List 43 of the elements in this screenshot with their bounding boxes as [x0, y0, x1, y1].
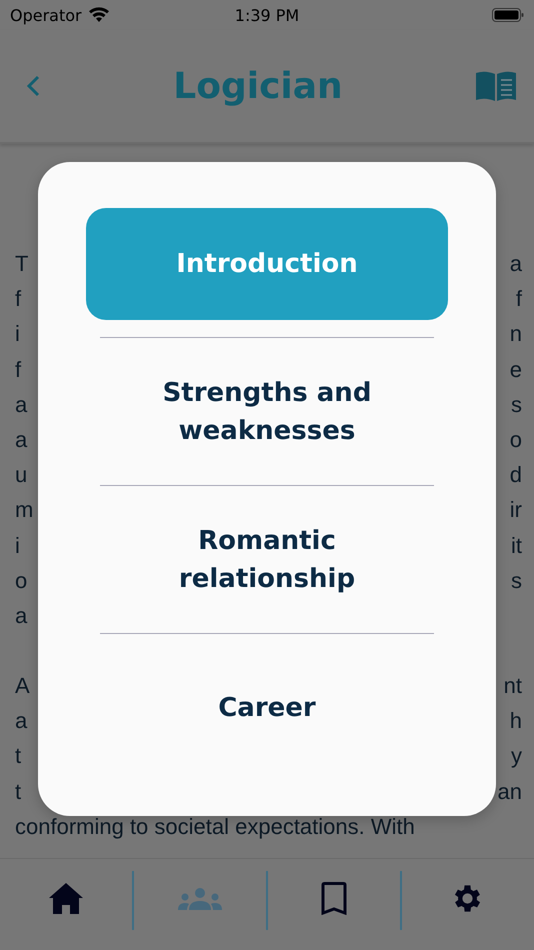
article-text: o — [15, 566, 28, 595]
article-text: A — [15, 672, 30, 700]
menu-item[interactable]: Career — [86, 652, 448, 764]
article-text: i — [15, 532, 20, 560]
article-text: it — [511, 532, 522, 560]
wifi-icon — [88, 7, 110, 23]
article-text: conforming to societal expectations. With — [15, 812, 415, 841]
bookmark-icon — [320, 882, 347, 915]
article-text: o — [510, 426, 522, 454]
article-text: f — [15, 285, 22, 314]
article-text: h — [510, 707, 522, 736]
menu-item[interactable]: Strengths and weaknesses — [86, 356, 448, 468]
clock-time: 1:39 PM — [234, 6, 300, 24]
article-text: i — [15, 320, 20, 348]
article-text: t — [15, 778, 22, 806]
page-title: Logician — [173, 66, 343, 106]
carrier-name: Operator — [10, 6, 82, 24]
article-text: t — [15, 742, 22, 770]
article-text: T — [15, 250, 28, 278]
article-text: a — [15, 707, 28, 736]
book-icon — [476, 71, 516, 101]
menu-item[interactable]: Romantic relationship — [86, 504, 448, 616]
article-text: u — [15, 461, 28, 490]
article-text: s — [511, 566, 522, 595]
people-icon — [178, 888, 222, 910]
article-text: f — [15, 356, 22, 384]
article-text: nt — [504, 672, 522, 700]
article-text: f — [516, 285, 522, 314]
article-text: y — [511, 742, 522, 770]
article-text: s — [511, 390, 522, 419]
article-text: e — [510, 356, 522, 384]
article-text: m — [15, 496, 34, 524]
article-text: a — [15, 390, 28, 419]
article-text: a — [15, 426, 28, 454]
home-icon — [49, 883, 84, 914]
back-icon — [26, 75, 40, 97]
article-text: an — [498, 778, 522, 806]
article-text: a — [15, 602, 28, 630]
article-text: ir — [510, 496, 522, 524]
article-text: n — [510, 320, 522, 348]
article-text: a — [510, 250, 522, 278]
battery-icon — [492, 7, 524, 23]
article-text: d — [510, 461, 522, 490]
